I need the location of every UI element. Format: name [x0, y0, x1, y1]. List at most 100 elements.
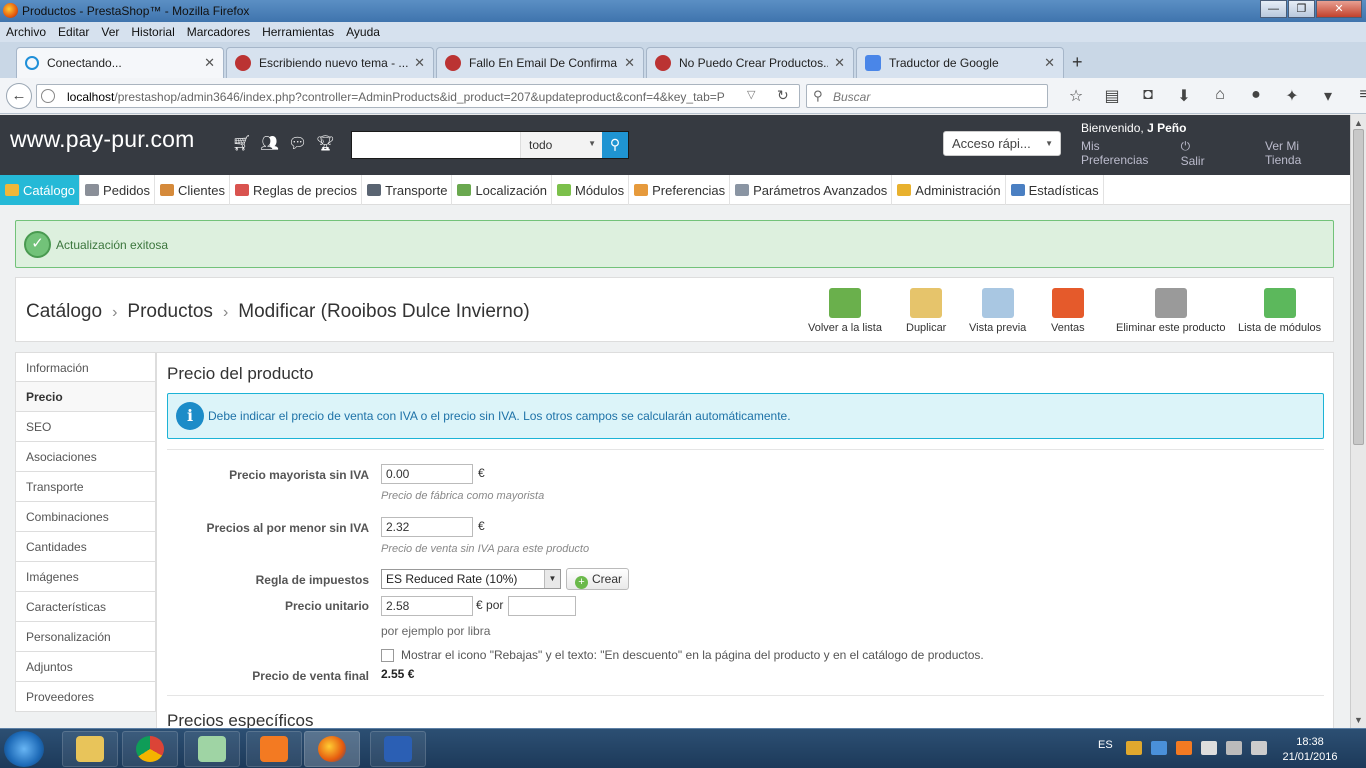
history-dropdown-icon[interactable]: ▽ [747, 88, 755, 101]
breadcrumb-catalog[interactable]: Catálogo [26, 301, 102, 322]
product-tab-7[interactable]: Imágenes [15, 562, 156, 592]
retail-price-input[interactable] [381, 517, 473, 537]
back-button[interactable]: ← [6, 83, 32, 109]
nav-item-10[interactable]: Estadísticas [1006, 175, 1104, 205]
close-window-button[interactable]: ✕ [1316, 0, 1362, 18]
menu-editar[interactable]: Editar [58, 25, 89, 39]
product-tab-4[interactable]: Transporte [15, 472, 156, 502]
nav-item-4[interactable]: Transporte [362, 175, 453, 205]
toolbar-button-4[interactable]: Eliminar este producto [1116, 288, 1225, 334]
product-tab-6[interactable]: Cantidades [15, 532, 156, 562]
taskbar-xampp[interactable] [246, 731, 302, 767]
bookmarks-list-icon[interactable]: ▤ [1094, 86, 1130, 106]
xampp-tray-icon[interactable] [1176, 741, 1192, 755]
shop-logo[interactable]: www.pay-pur.com [10, 126, 195, 153]
taskbar-firefox[interactable] [304, 731, 360, 767]
browser-tab-4[interactable]: No Puedo Crear Productos... ✕ [646, 47, 854, 78]
network-icon[interactable] [1226, 741, 1242, 755]
logout-link[interactable]: ⏻ Salir [1181, 139, 1247, 168]
scroll-thumb[interactable] [1353, 129, 1364, 445]
warning-icon[interactable] [1126, 741, 1142, 755]
menu-ayuda[interactable]: Ayuda [346, 25, 380, 39]
url-bar[interactable]: localhost/prestashop/admin3646/index.php… [36, 84, 800, 108]
product-tab-11[interactable]: Proveedores [15, 682, 156, 712]
nav-item-2[interactable]: Clientes [155, 175, 230, 205]
browser-tab-1[interactable]: Conectando... ✕ [16, 47, 224, 78]
nav-item-7[interactable]: Preferencias [629, 175, 731, 205]
messages-icon[interactable]: 💬︎ [288, 134, 316, 152]
browser-tab-3[interactable]: Fallo En Email De Confirma... ✕ [436, 47, 644, 78]
taskbar-files[interactable] [184, 731, 240, 767]
chat-icon[interactable]: ● [1238, 86, 1274, 106]
maximize-button[interactable]: ❐ [1288, 0, 1315, 18]
nav-item-3[interactable]: Reglas de precios [230, 175, 363, 205]
browser-tab-2[interactable]: Escribiendo nuevo tema - ... ✕ [226, 47, 434, 78]
menu-marcadores[interactable]: Marcadores [187, 25, 250, 39]
extension-dropdown-icon[interactable]: ▾ [1310, 86, 1346, 106]
tab-close-icon[interactable]: ✕ [1044, 55, 1055, 71]
hamburger-menu-icon[interactable]: ≡ [1346, 86, 1366, 106]
home-icon[interactable]: ⌂ [1202, 86, 1238, 106]
product-tab-0[interactable]: Información [15, 352, 156, 382]
tab-close-icon[interactable]: ✕ [834, 55, 845, 71]
bookmark-star-icon[interactable]: ☆ [1058, 86, 1094, 106]
extension-icon[interactable]: ✦ [1274, 86, 1310, 106]
preferences-link[interactable]: Mis Preferencias [1081, 139, 1163, 168]
cart-icon[interactable]: 🛒︎ [232, 134, 260, 152]
menu-archivo[interactable]: Archivo [6, 25, 46, 39]
quick-access-dropdown[interactable]: Acceso rápi... ▼ [943, 131, 1061, 156]
browser-tab-5[interactable]: Traductor de Google ✕ [856, 47, 1064, 78]
product-tab-9[interactable]: Personalización [15, 622, 156, 652]
menu-herramientas[interactable]: Herramientas [262, 25, 334, 39]
nav-item-5[interactable]: Localización [452, 175, 552, 205]
tab-close-icon[interactable]: ✕ [204, 55, 215, 71]
downloads-icon[interactable]: ⬇ [1166, 86, 1202, 106]
volume-icon[interactable] [1251, 741, 1267, 755]
scroll-down-icon[interactable]: ▼ [1354, 715, 1363, 725]
page-scrollbar[interactable]: ▲ ▼ [1350, 115, 1366, 728]
view-store-link[interactable]: Ver Mi Tienda [1265, 139, 1332, 168]
nav-item-6[interactable]: Módulos [552, 175, 630, 205]
taskbar-word[interactable] [370, 731, 426, 767]
dropbox-icon[interactable] [1151, 741, 1167, 755]
language-indicator[interactable]: ES [1098, 739, 1113, 751]
taskbar-explorer[interactable] [62, 731, 118, 767]
trophy-icon[interactable]: 🏆︎ [316, 134, 344, 152]
menu-ver[interactable]: Ver [101, 25, 119, 39]
toolbar-button-3[interactable]: Ventas [1051, 288, 1085, 334]
clock[interactable]: 18:38 21/01/2016 [1280, 735, 1340, 765]
product-tab-3[interactable]: Asociaciones [15, 442, 156, 472]
nav-item-0[interactable]: Catálogo [0, 175, 81, 205]
pocket-icon[interactable]: ◘ [1130, 86, 1166, 106]
on-sale-checkbox[interactable] [381, 649, 394, 662]
toolbar-button-5[interactable]: Lista de módulos [1238, 288, 1321, 334]
new-tab-button[interactable]: + [1072, 52, 1083, 73]
toolbar-button-1[interactable]: Duplicar [906, 288, 946, 334]
tax-rule-select[interactable]: ES Reduced Rate (10%) ▼ [381, 569, 561, 589]
nav-item-9[interactable]: Administración [892, 175, 1006, 205]
nav-item-8[interactable]: Parámetros Avanzados [730, 175, 893, 205]
reload-icon[interactable]: ↻ [777, 87, 789, 104]
search-button[interactable]: ⚲ [602, 132, 628, 158]
taskbar-chrome[interactable] [122, 731, 178, 767]
menu-historial[interactable]: Historial [131, 25, 174, 39]
wholesale-price-input[interactable] [381, 464, 473, 484]
scroll-up-icon[interactable]: ▲ [1354, 118, 1363, 128]
toolbar-button-2[interactable]: Vista previa [969, 288, 1026, 334]
tab-close-icon[interactable]: ✕ [414, 55, 425, 71]
breadcrumb-products[interactable]: Productos [127, 301, 213, 322]
product-tab-5[interactable]: Combinaciones [15, 502, 156, 532]
search-scope-select[interactable]: todo ▼ [520, 132, 602, 158]
product-tab-1[interactable]: Precio [15, 382, 156, 412]
toolbar-button-0[interactable]: Volver a la lista [808, 288, 882, 334]
tab-close-icon[interactable]: ✕ [624, 55, 635, 71]
action-center-icon[interactable] [1201, 741, 1217, 755]
unit-per-input[interactable] [508, 596, 576, 616]
create-tax-rule-button[interactable]: + Crear [566, 568, 630, 590]
start-button[interactable] [4, 731, 44, 767]
minimize-button[interactable]: — [1260, 0, 1287, 18]
product-tab-2[interactable]: SEO [15, 412, 156, 442]
product-tab-10[interactable]: Adjuntos [15, 652, 156, 682]
nav-item-1[interactable]: Pedidos [80, 175, 156, 205]
customers-icon[interactable]: 👥︎ [260, 134, 288, 152]
